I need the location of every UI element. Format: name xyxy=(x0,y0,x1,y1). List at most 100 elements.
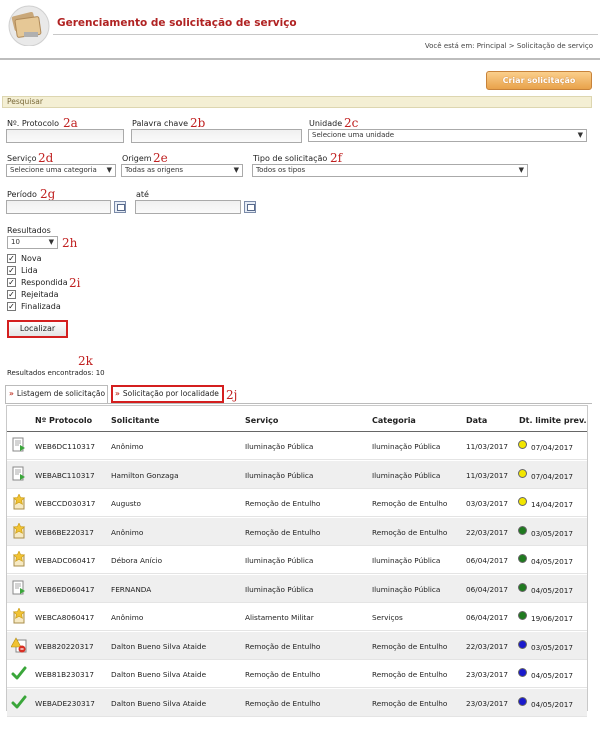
cell-date: 22/03/2017 xyxy=(466,641,509,651)
status-dot-icon xyxy=(518,554,527,563)
create-request-button[interactable]: Criar solicitação xyxy=(486,71,592,90)
unit-label: Unidade xyxy=(309,119,343,128)
request-type-select-value: Todos os tipos xyxy=(256,166,306,174)
table-row[interactable]: WEB6ED060417 FERNANDA Iluminação Pública Il… xyxy=(7,574,587,603)
cell-requester: Dalton Bueno Silva Ataide xyxy=(111,698,207,708)
checkbox-label-respondida: Respondida xyxy=(21,278,68,287)
protocol-input[interactable] xyxy=(6,129,124,143)
column-header-service[interactable]: Serviço xyxy=(245,416,278,425)
calendar-icon[interactable] xyxy=(114,201,126,213)
status-dot-icon xyxy=(518,639,527,649)
table-row[interactable]: WEBADC060417 Débora Anício Iluminação Públ… xyxy=(7,546,587,574)
checkbox-nova[interactable]: ✓ xyxy=(7,254,16,263)
star-document-icon[interactable] xyxy=(11,608,27,624)
annotation-2e: 2e xyxy=(153,151,168,165)
cell-date: 22/03/2017 xyxy=(466,527,509,537)
cell-deadline: 04/05/2017 xyxy=(531,671,574,680)
calendar-icon[interactable] xyxy=(244,201,256,213)
unit-select[interactable]: Selecione uma unidade ▼ xyxy=(308,129,587,142)
tab-localidade[interactable]: » Solicitação por localidade xyxy=(111,385,224,403)
cell-service: Remoção de Entulho xyxy=(245,499,321,508)
cell-deadline: 07/04/2017 xyxy=(531,471,574,481)
checkbox-finalizada[interactable]: ✓ xyxy=(7,302,16,311)
column-header-date[interactable]: Data xyxy=(466,416,487,425)
status-dot-icon xyxy=(518,468,527,478)
new-document-icon[interactable] xyxy=(11,580,27,596)
page-title: Gerenciamento de solicitação de serviço xyxy=(57,17,297,29)
annotation-2j: 2j xyxy=(226,388,238,402)
checkbox-label-nova: Nova xyxy=(21,254,42,263)
cell-service: Remoção de Entulho xyxy=(245,698,321,708)
table-row[interactable]: WEB6BE220317 Anônimo Remoção de Entulho Rem… xyxy=(7,517,587,546)
annotation-2d: 2d xyxy=(38,151,54,165)
column-header-protocol[interactable]: Nº Protocolo xyxy=(35,416,92,425)
cell-category: Remoção de Entulho xyxy=(372,641,448,651)
period-end-input[interactable] xyxy=(135,200,241,214)
table-row[interactable]: WEBADE230317 Dalton Bueno Silva Ataide Rem… xyxy=(7,688,587,717)
table-row[interactable]: WEB6DC110317 Anônimo Iluminação Pública Ilu… xyxy=(7,432,587,460)
cell-category: Serviços xyxy=(372,613,403,622)
cell-date: 06/04/2017 xyxy=(466,556,509,565)
cell-date: 11/03/2017 xyxy=(466,442,509,451)
annotation-2g: 2g xyxy=(40,187,56,201)
cell-date: 23/03/2017 xyxy=(466,698,509,708)
table-row[interactable]: WEBCA8060417 Anônimo Alistamento Militar Se… xyxy=(7,603,587,631)
status-dot-icon xyxy=(518,668,527,677)
star-document-icon[interactable] xyxy=(11,494,27,510)
protocol-label: Nº. Protocolo xyxy=(7,119,59,128)
checkbox-lida[interactable]: ✓ xyxy=(7,266,16,275)
cell-protocol: WEB6DC110317 xyxy=(35,442,96,451)
cell-protocol: WEBCA8060417 xyxy=(35,613,95,622)
keyword-label: Palavra chave xyxy=(132,119,188,128)
origin-select[interactable]: Todas as origens ▼ xyxy=(121,164,243,177)
cell-requester: Anônimo xyxy=(111,613,144,622)
checkbox-label-finalizada: Finalizada xyxy=(21,302,61,311)
tab-listagem[interactable]: » Listagem de solicitação xyxy=(5,385,108,403)
cell-deadline: 19/06/2017 xyxy=(531,614,574,623)
cell-deadline: 03/05/2017 xyxy=(531,642,574,652)
warning-document-icon[interactable] xyxy=(11,636,27,653)
table-row[interactable]: WEB81B230317 Dalton Bueno Silva Ataide Rem… xyxy=(7,660,587,688)
cell-requester: FERNANDA xyxy=(111,584,152,594)
cell-category: Remoção de Entulho xyxy=(372,698,448,708)
request-type-label: Tipo de solicitação xyxy=(253,154,328,163)
unit-select-value: Selecione uma unidade xyxy=(312,131,395,139)
checkbox-label-lida: Lida xyxy=(21,266,38,275)
cell-service: Iluminação Pública xyxy=(245,470,314,480)
service-select[interactable]: Selecione uma categoria ▼ xyxy=(6,164,116,177)
request-type-select[interactable]: Todos os tipos ▼ xyxy=(252,164,528,177)
cell-requester: Anônimo xyxy=(111,527,144,537)
cell-requester: Augusto xyxy=(111,499,141,508)
column-header-category[interactable]: Categoria xyxy=(372,416,416,425)
cell-category: Iluminação Pública xyxy=(372,584,441,594)
star-document-icon[interactable] xyxy=(11,522,27,539)
cell-category: Remoção de Entulho xyxy=(372,499,448,508)
cell-category: Iluminação Pública xyxy=(372,556,441,565)
keyword-input[interactable] xyxy=(131,129,302,143)
checkbox-rejeitada[interactable]: ✓ xyxy=(7,290,16,299)
annotation-2f: 2f xyxy=(330,151,343,165)
results-per-page-select[interactable]: 10 ▼ xyxy=(7,236,58,249)
checkmark-icon[interactable] xyxy=(11,694,27,710)
column-header-deadline[interactable]: Dt. limite prev. xyxy=(519,416,587,425)
breadcrumb: Você está em: Principal > Solicitação de… xyxy=(424,42,593,50)
column-header-requester[interactable]: Solicitante xyxy=(111,416,159,425)
annotation-2a: 2a xyxy=(63,116,78,130)
cell-protocol: WEBABC110317 xyxy=(35,470,95,480)
results-found-count: Resultados encontrados: 10 xyxy=(7,369,105,377)
tab-listagem-label: Listagem de solicitação xyxy=(16,389,106,398)
period-start-input[interactable] xyxy=(6,200,111,214)
checkbox-respondida[interactable]: ✓ xyxy=(7,278,16,287)
search-button[interactable]: Localizar xyxy=(7,320,68,338)
star-document-icon[interactable] xyxy=(11,551,27,567)
table-row[interactable]: WEBABC110317 Hamilton Gonzaga Iluminação P… xyxy=(7,460,587,489)
new-document-icon[interactable] xyxy=(11,466,27,482)
checkmark-icon[interactable] xyxy=(11,665,27,681)
table-row[interactable]: WEB820220317 Dalton Bueno Silva Ataide Rem… xyxy=(7,631,587,660)
until-label: até xyxy=(136,190,149,199)
cell-protocol: WEB6BE220317 xyxy=(35,527,94,537)
requests-table: Nº Protocolo Solicitante Serviço Categor… xyxy=(6,405,588,717)
table-row[interactable]: WEBCCD030317 Augusto Remoção de Entulho Rem… xyxy=(7,489,587,517)
new-document-icon[interactable] xyxy=(11,437,27,453)
cell-requester: Hamilton Gonzaga xyxy=(111,470,179,480)
